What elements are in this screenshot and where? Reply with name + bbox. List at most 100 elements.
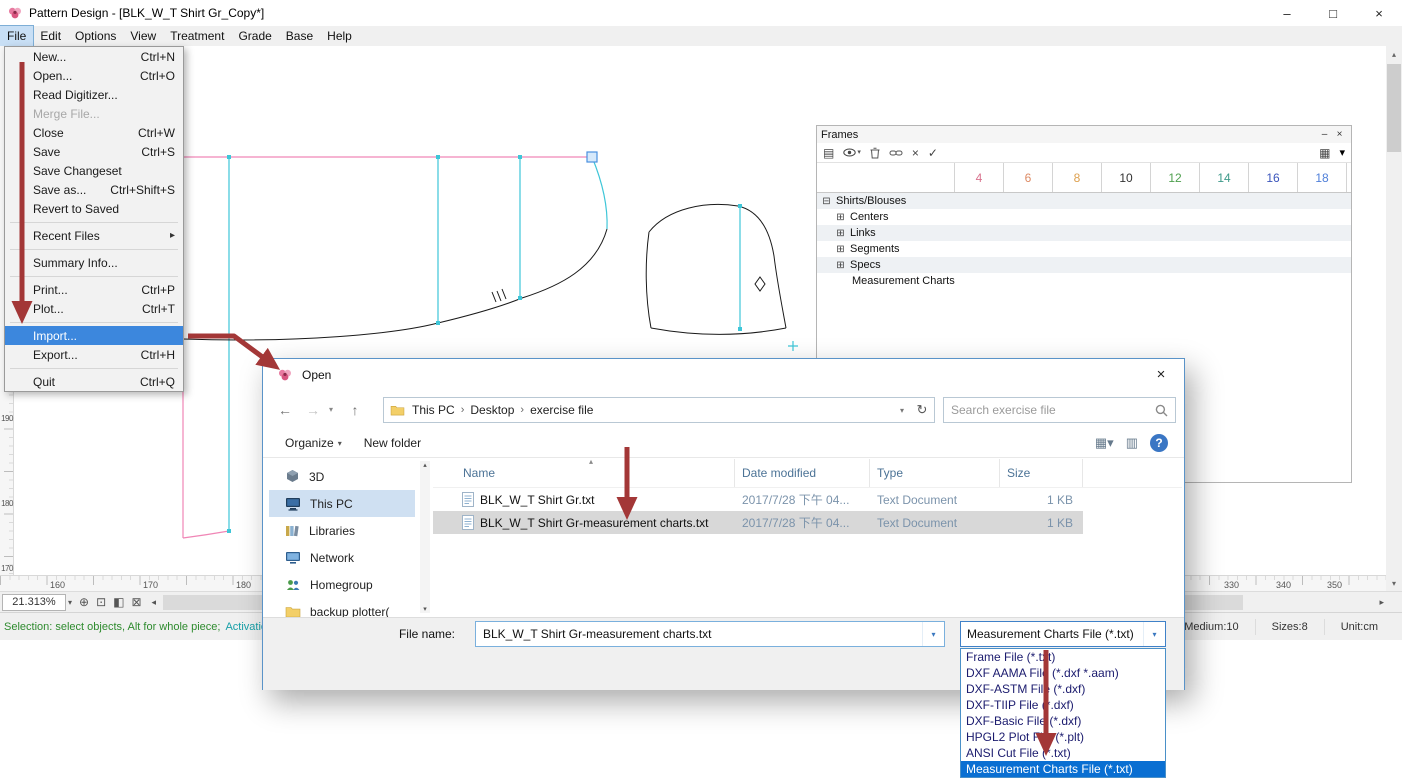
- menu-edit[interactable]: Edit: [33, 26, 68, 46]
- column-header-date-modified[interactable]: Date modified: [735, 459, 870, 487]
- selection-handle[interactable]: [587, 152, 597, 162]
- expand-icon[interactable]: ⊞: [835, 228, 846, 239]
- split-view-icon[interactable]: ◧: [113, 594, 124, 611]
- sidebar-item-this-pc[interactable]: This PC: [269, 490, 415, 517]
- menu-item-close[interactable]: CloseCtrl+W: [5, 123, 183, 142]
- scroll-down-icon[interactable]: ▾: [420, 605, 430, 613]
- scroll-up-icon[interactable]: ▴: [423, 462, 427, 469]
- minimize-button[interactable]: –: [1264, 0, 1310, 26]
- menu-item-export[interactable]: Export...Ctrl+H: [5, 345, 183, 364]
- column-picker-icon[interactable]: ▦: [1319, 146, 1330, 160]
- vertical-scrollbar[interactable]: ▴ ▾: [1386, 46, 1402, 591]
- file-row[interactable]: BLK_W_T Shirt Gr.txt 2017/7/28 下午 04... …: [433, 488, 1083, 511]
- help-icon[interactable]: ?: [1150, 434, 1168, 452]
- tree-item-segments[interactable]: ⊞ Segments: [817, 241, 1351, 257]
- size-column-6[interactable]: 6: [1004, 163, 1053, 192]
- size-column-8[interactable]: 8: [1053, 163, 1102, 192]
- breadcrumb-exercise-file[interactable]: exercise file: [530, 403, 593, 417]
- menu-item-summary-info[interactable]: Summary Info...: [5, 253, 183, 272]
- sidebar-scrollbar[interactable]: ▴ ▾: [420, 461, 430, 613]
- lock-icon[interactable]: ⊠: [131, 594, 141, 611]
- maximize-button[interactable]: □: [1310, 0, 1356, 26]
- file-type-option-frame[interactable]: Frame File (*.txt): [961, 649, 1165, 665]
- sidebar-item-3d-objects[interactable]: 3D: [269, 463, 415, 490]
- menu-item-print[interactable]: Print...Ctrl+P: [5, 280, 183, 299]
- visibility-eye-icon[interactable]: ▾: [843, 146, 861, 160]
- refresh-icon[interactable]: ↻: [910, 397, 935, 423]
- file-type-option-hpgl2[interactable]: HPGL2 Plot File (*.plt): [961, 729, 1165, 745]
- link-icon[interactable]: [889, 149, 903, 157]
- menu-item-read-digitizer[interactable]: Read Digitizer...: [5, 85, 183, 104]
- column-header-size[interactable]: Size: [1000, 459, 1083, 487]
- tree-item-measurement-charts[interactable]: Measurement Charts: [817, 273, 1351, 289]
- sidebar-item-network[interactable]: Network: [269, 544, 415, 571]
- menu-item-import[interactable]: Import...: [5, 326, 183, 345]
- tree-item-links[interactable]: ⊞ Links: [817, 225, 1351, 241]
- expand-icon[interactable]: ⊞: [835, 260, 846, 271]
- file-type-option-measurement-charts[interactable]: Measurement Charts File (*.txt): [961, 761, 1165, 777]
- search-input[interactable]: [951, 403, 1155, 417]
- spec-table-icon[interactable]: ▤: [823, 146, 834, 160]
- expand-icon[interactable]: ⊞: [835, 244, 846, 255]
- menu-treatment[interactable]: Treatment: [163, 26, 231, 46]
- menu-item-quit[interactable]: QuitCtrl+Q: [5, 372, 183, 391]
- dialog-close-button[interactable]: ×: [1138, 359, 1184, 389]
- sidebar-item-libraries[interactable]: Libraries: [269, 517, 415, 544]
- new-folder-button[interactable]: New folder: [364, 436, 421, 450]
- size-column-18[interactable]: 18: [1298, 163, 1347, 192]
- menu-item-plot[interactable]: Plot...Ctrl+T: [5, 299, 183, 318]
- menu-item-new[interactable]: New...Ctrl+N: [5, 47, 183, 66]
- sidebar-item-backup-plotter[interactable]: backup plotter(: [269, 598, 415, 617]
- column-header-name[interactable]: Name: [433, 459, 735, 487]
- scroll-down-icon[interactable]: ▾: [1386, 575, 1402, 591]
- view-mode-icon[interactable]: ▦▾: [1095, 435, 1114, 451]
- expand-icon[interactable]: ⊞: [835, 212, 846, 223]
- menu-item-save[interactable]: SaveCtrl+S: [5, 142, 183, 161]
- forward-icon[interactable]: →: [301, 397, 325, 423]
- file-row-selected[interactable]: BLK_W_T Shirt Gr-measurement charts.txt …: [433, 511, 1083, 534]
- file-type-option-dxf-astm[interactable]: DXF-ASTM File (*.dxf): [961, 681, 1165, 697]
- file-name-caret-icon[interactable]: ▾: [922, 622, 944, 646]
- file-type-combo[interactable]: Measurement Charts File (*.txt) ▾: [960, 621, 1166, 647]
- menu-item-recent-files[interactable]: Recent Files▸: [5, 226, 183, 245]
- size-column-16[interactable]: 16: [1249, 163, 1298, 192]
- size-column-12[interactable]: 12: [1151, 163, 1200, 192]
- organize-button[interactable]: Organize ▾: [285, 436, 342, 450]
- file-type-option-dxf-aama[interactable]: DXF AAMA File (*.dxf *.aam): [961, 665, 1165, 681]
- menu-item-revert-to-saved[interactable]: Revert to Saved: [5, 199, 183, 218]
- collapse-icon[interactable]: ⊟: [821, 196, 832, 207]
- menu-item-save-as[interactable]: Save as...Ctrl+Shift+S: [5, 180, 183, 199]
- sidebar-item-homegroup[interactable]: Homegroup: [269, 571, 415, 598]
- trash-icon[interactable]: [870, 147, 880, 159]
- file-type-option-dxf-tiip[interactable]: DXF-TIIP File (*.dxf): [961, 697, 1165, 713]
- zoom-level-input[interactable]: 21.313%: [2, 594, 66, 611]
- breadcrumb-desktop[interactable]: Desktop: [470, 403, 514, 417]
- tree-item-centers[interactable]: ⊞ Centers: [817, 209, 1351, 225]
- delete-cross-icon[interactable]: ×: [912, 146, 919, 160]
- scroll-left-icon[interactable]: ◂: [152, 597, 157, 608]
- close-button[interactable]: ×: [1356, 0, 1402, 26]
- fit-view-icon[interactable]: ⊡: [96, 594, 106, 611]
- history-caret-icon[interactable]: ▾: [329, 405, 333, 414]
- apply-check-icon[interactable]: ✓: [928, 146, 938, 160]
- scroll-right-icon[interactable]: ▸: [1379, 597, 1384, 608]
- tree-item-shirts-blouses[interactable]: ⊟ Shirts/Blouses: [817, 193, 1351, 209]
- menu-view[interactable]: View: [123, 26, 163, 46]
- file-type-option-dxf-basic[interactable]: DXF-Basic File (*.dxf): [961, 713, 1165, 729]
- zoom-caret-icon[interactable]: ▾: [68, 598, 72, 607]
- file-type-option-ansi-cut[interactable]: ANSI Cut File (*.txt): [961, 745, 1165, 761]
- scroll-up-icon[interactable]: ▴: [1386, 46, 1402, 62]
- file-name-input[interactable]: [476, 627, 922, 641]
- menu-options[interactable]: Options: [68, 26, 123, 46]
- size-column-10[interactable]: 10: [1102, 163, 1151, 192]
- menu-file[interactable]: File: [0, 26, 33, 46]
- breadcrumb-this-pc[interactable]: This PC: [412, 403, 455, 417]
- address-caret-icon[interactable]: ▾: [900, 406, 904, 415]
- back-icon[interactable]: ←: [273, 397, 297, 423]
- crosshair-icon[interactable]: ⊕: [79, 594, 89, 611]
- preview-pane-icon[interactable]: ▥: [1126, 435, 1138, 451]
- menu-base[interactable]: Base: [279, 26, 320, 46]
- size-column-4[interactable]: 4: [955, 163, 1004, 192]
- menu-item-save-changeset[interactable]: Save Changeset: [5, 161, 183, 180]
- frames-minimize-button[interactable]: –: [1317, 129, 1332, 140]
